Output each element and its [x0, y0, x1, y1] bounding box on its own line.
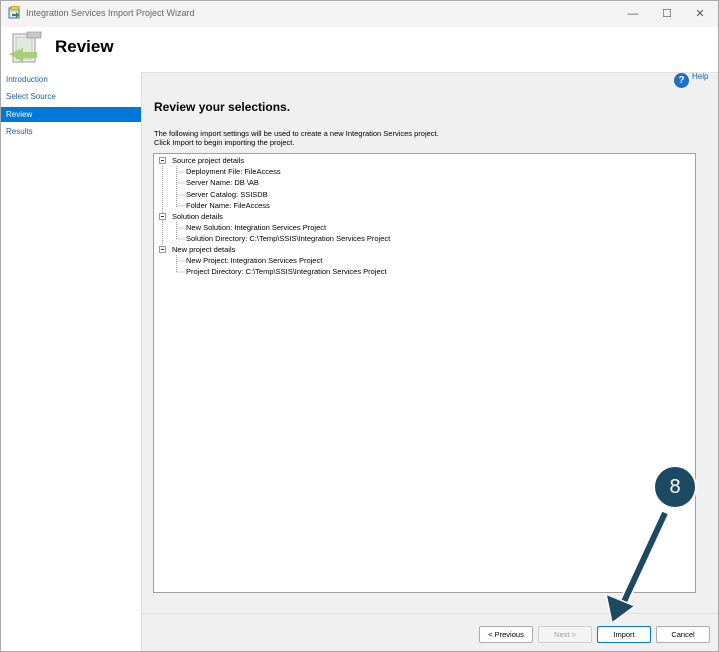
step-callout-badge: 8	[653, 465, 697, 509]
callout-arrow	[604, 510, 670, 625]
